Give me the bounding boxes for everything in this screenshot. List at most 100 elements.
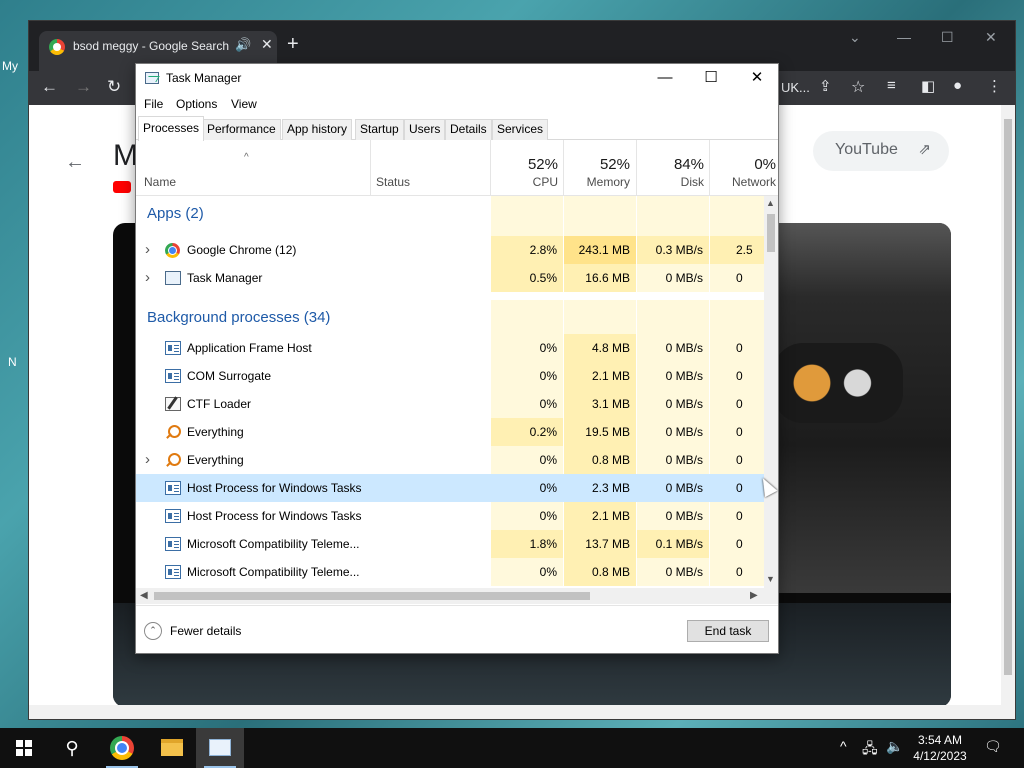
process-network: 0 Mb [710, 418, 764, 467]
network-icon[interactable]: 🖧 [862, 738, 878, 762]
maximize-icon[interactable]: ☐ [941, 29, 954, 46]
expand-chevron-icon[interactable]: › [145, 236, 150, 264]
column-divider[interactable] [563, 140, 564, 196]
menu-bar: File Options View [136, 94, 778, 116]
scroll-thumb[interactable] [1004, 119, 1012, 675]
end-task-button[interactable]: End task [687, 620, 769, 642]
desktop-icon-label[interactable]: My [2, 59, 18, 73]
tab-app-history[interactable]: App history [282, 119, 353, 140]
fewer-details-link[interactable]: Fewer details [170, 624, 241, 638]
expand-chevron-icon[interactable]: › [145, 264, 150, 292]
column-divider[interactable] [370, 140, 371, 196]
column-disk[interactable]: Disk [642, 175, 704, 189]
minimize-icon[interactable]: — [897, 29, 911, 45]
process-memory: 2.1 MB [564, 502, 636, 530]
desktop-icon-label[interactable]: N [8, 355, 17, 369]
page-horizontal-scrollbar[interactable] [29, 705, 1015, 719]
clock[interactable]: 3:54 AM 4/12/2023 [910, 732, 970, 764]
memory-percent[interactable]: 52% [568, 156, 630, 173]
process-row[interactable]: 0%2.1 MB0 MB/s0 Mb COM Surrogate [136, 362, 764, 411]
taskbar-chrome[interactable] [98, 728, 146, 768]
disk-percent[interactable]: 84% [642, 156, 704, 173]
process-network: 2.5 Mb [710, 236, 764, 285]
network-percent[interactable]: 0% [714, 156, 776, 173]
scroll-thumb[interactable] [767, 214, 775, 252]
column-memory[interactable]: Memory [568, 175, 630, 189]
close-window-icon[interactable]: ✕ [985, 29, 997, 46]
youtube-button[interactable]: YouTube ⇗ [813, 131, 949, 171]
scroll-right-icon[interactable]: ▶ [750, 590, 758, 601]
scroll-left-icon[interactable]: ◀ [140, 590, 148, 601]
maximize-icon[interactable]: ☐ [688, 67, 734, 91]
tab-startup[interactable]: Startup [355, 119, 404, 140]
menu-options[interactable]: Options [176, 97, 217, 111]
process-cpu: 0% [491, 390, 563, 418]
volume-icon[interactable]: 🔈 [886, 738, 903, 755]
tab-processes[interactable]: Processes [138, 116, 205, 141]
column-divider[interactable] [709, 140, 710, 196]
column-name[interactable]: Name [144, 175, 176, 189]
search-button[interactable]: ⚲ [48, 728, 96, 768]
process-list: Apps (2) 2.8%243.1 MB0.3 MB/s2.5 Mb › Googl… [136, 196, 764, 588]
bookmark-star-icon[interactable]: ☆ [851, 77, 865, 97]
process-list-horizontal-scrollbar[interactable]: ◀ ▶ [136, 588, 764, 604]
process-row[interactable]: 0%2.1 MB0 MB/s0 Mb Host Process for Windo… [136, 502, 764, 551]
chevron-up-icon[interactable]: ^ [840, 738, 847, 754]
chevron-up-circle-icon[interactable]: ⌃ [144, 622, 162, 640]
close-icon[interactable]: ✕ [734, 67, 780, 91]
task-manager-titlebar[interactable]: Task Manager — ☐ ✕ [136, 64, 778, 94]
taskbar-file-explorer[interactable] [148, 728, 196, 768]
start-button[interactable] [0, 728, 48, 768]
media-queue-icon[interactable]: ≡ [887, 77, 896, 94]
profile-icon[interactable]: ● [953, 77, 962, 94]
minimize-icon[interactable]: — [642, 67, 688, 91]
search-icon: ⚲ [65, 738, 79, 758]
tab-details[interactable]: Details [445, 119, 492, 140]
process-row[interactable]: 0% 2.3 MB 0 MB/s 0 Mb Host Process for Windo… [136, 474, 764, 523]
column-status[interactable]: Status [376, 175, 410, 189]
column-divider[interactable] [636, 140, 637, 196]
scroll-up-icon[interactable]: ▲ [766, 198, 775, 208]
taskbar-task-manager[interactable] [196, 728, 244, 768]
process-memory: 2.1 MB [564, 362, 636, 390]
process-row[interactable]: 0.2%19.5 MB0 MB/s0 Mb Everything [136, 418, 764, 467]
scroll-thumb[interactable] [154, 592, 590, 600]
process-row[interactable]: 0%4.8 MB0 MB/s0 Mb Application Frame Host [136, 334, 764, 383]
speaker-icon[interactable]: 🔊 [235, 37, 251, 53]
url-fragment[interactable]: UK... [781, 80, 810, 95]
expand-chevron-icon[interactable]: › [145, 446, 150, 474]
window-icon [165, 509, 181, 523]
process-row[interactable]: 0%3.1 MB0 MB/s0 Mb CTF Loader [136, 390, 764, 439]
process-name: COM Surrogate [187, 369, 272, 383]
close-tab-icon[interactable]: ✕ [261, 36, 273, 53]
process-row[interactable]: 1.8%13.7 MB0.1 MB/s0 Mb Microsoft Compati… [136, 530, 764, 579]
process-row[interactable]: 0%0.8 MB0 MB/s0 Mb›Everything [136, 446, 764, 495]
page-vertical-scrollbar[interactable] [1001, 105, 1015, 705]
sort-ascending-icon[interactable]: ^ [244, 152, 249, 163]
share-icon[interactable]: ⇪ [819, 77, 832, 95]
side-panel-icon[interactable]: ◧ [921, 77, 935, 95]
menu-file[interactable]: File [144, 97, 163, 111]
notifications-icon[interactable]: 🗨 [984, 738, 1002, 755]
reload-icon[interactable]: ↻ [107, 77, 121, 97]
column-header: ^ Name Status 52% CPU 52% Memory 84% Dis… [136, 140, 778, 196]
cpu-percent[interactable]: 52% [496, 156, 558, 173]
process-row[interactable]: 0%0.8 MB0 MB/s0 Mb Microsoft Compatibilit… [136, 558, 764, 586]
new-tab-button[interactable]: + [287, 33, 299, 56]
tab-performance[interactable]: Performance [202, 119, 281, 140]
back-arrow-icon[interactable]: ← [65, 151, 85, 174]
tab-users[interactable]: Users [404, 119, 446, 140]
process-row[interactable]: 0.5%16.6 MB0 MB/s0 Mb › Task Manager [136, 264, 764, 313]
column-divider[interactable] [490, 140, 491, 196]
tab-services[interactable]: Services [492, 119, 549, 140]
process-row[interactable]: 2.8%243.1 MB0.3 MB/s2.5 Mb › Google Chrome… [136, 236, 764, 285]
process-list-vertical-scrollbar[interactable]: ▲ ▼ [764, 196, 778, 588]
column-cpu[interactable]: CPU [496, 175, 558, 189]
column-network[interactable]: Network [714, 175, 776, 189]
menu-dots-icon[interactable]: ⋮ [987, 77, 1002, 95]
menu-view[interactable]: View [231, 97, 257, 111]
scroll-down-icon[interactable]: ▼ [766, 574, 775, 584]
tab-search-icon[interactable]: ⌄ [849, 29, 861, 46]
back-icon[interactable]: ← [41, 77, 58, 97]
forward-icon[interactable]: → [75, 77, 92, 97]
